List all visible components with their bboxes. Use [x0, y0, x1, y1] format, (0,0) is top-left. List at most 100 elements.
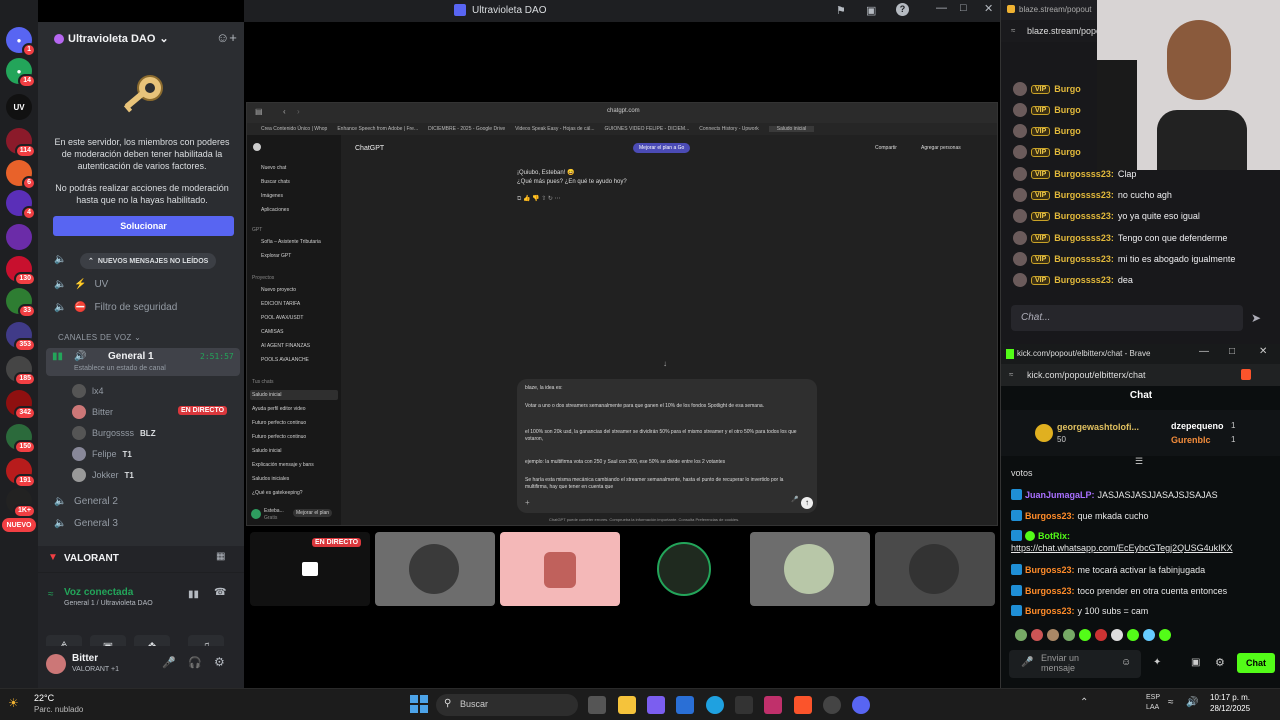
- chat-user[interactable]: Burgoss23:: [1025, 586, 1075, 596]
- overlay-icon[interactable]: ▦: [216, 551, 225, 562]
- chat-item[interactable]: Futuro perfecto continuo: [252, 420, 306, 426]
- nav-item[interactable]: Buscar chats: [261, 179, 290, 185]
- voice-member[interactable]: Felipe T1: [72, 447, 132, 461]
- brave-shield-icon[interactable]: [1241, 369, 1251, 380]
- chat-user[interactable]: Burgossss23:: [1054, 254, 1114, 264]
- close-icon[interactable]: ✕: [984, 2, 993, 15]
- chat-user[interactable]: Burgoss23:: [1025, 565, 1075, 575]
- openai-logo-icon[interactable]: [253, 143, 261, 151]
- active-tab[interactable]: Saludo inicial: [768, 126, 815, 132]
- share-button[interactable]: Compartir: [875, 145, 897, 151]
- expand-icon[interactable]: ☰: [1135, 456, 1143, 467]
- emote-icon[interactable]: [1047, 629, 1059, 641]
- chat-user[interactable]: Burgossss23:: [1054, 275, 1114, 285]
- participant-tile[interactable]: [375, 532, 495, 606]
- discord-icon[interactable]: [852, 696, 870, 714]
- add-people-button[interactable]: Agregar personas: [921, 145, 961, 151]
- server-icon[interactable]: 185: [6, 356, 36, 386]
- weather-icon[interactable]: ☀: [8, 696, 19, 710]
- voice-category[interactable]: CANALES DE VOZ ⌄: [58, 333, 141, 342]
- chat-user[interactable]: Burgossss23:: [1054, 233, 1114, 243]
- chat-user[interactable]: Burgossss23:: [1054, 190, 1114, 200]
- participant-tile[interactable]: EN DIRECTO: [250, 532, 370, 606]
- channel-general-3[interactable]: 🔈 General 3: [54, 518, 118, 529]
- server-icon[interactable]: [6, 224, 32, 250]
- project-item[interactable]: AI AGENT FINANZAS: [261, 343, 310, 349]
- clock-date[interactable]: 28/12/2025: [1210, 704, 1250, 713]
- top-gifter-name[interactable]: georgewashtolofi...: [1057, 422, 1139, 432]
- voice-member[interactable]: Bitter: [72, 405, 113, 419]
- upgrade-pill[interactable]: Mejorar el plan a Go: [633, 143, 691, 153]
- chat-user[interactable]: Burgossss23:: [1054, 211, 1114, 221]
- dm-home-icon[interactable]: ● 1: [6, 27, 36, 57]
- voice-member[interactable]: Jokker T1: [72, 468, 134, 482]
- nav-item[interactable]: Imágenes: [261, 193, 283, 199]
- plus-icon[interactable]: +: [525, 499, 530, 507]
- voice-channel-path[interactable]: General 1 / Ultravioleta DAO: [64, 600, 153, 607]
- chat-send-button[interactable]: Chat: [1237, 653, 1275, 673]
- message-actions[interactable]: ⧉ 👍 👎 ⇧ ↻ ⋯: [517, 195, 561, 203]
- chat-item[interactable]: Saludo inicial: [252, 448, 281, 454]
- emote-icon[interactable]: [1127, 629, 1139, 641]
- avatar[interactable]: [251, 509, 261, 519]
- server-icon[interactable]: 191: [6, 458, 36, 488]
- brave-icon[interactable]: [794, 696, 812, 714]
- start-icon[interactable]: [410, 695, 428, 713]
- gifter-name[interactable]: dzepequeno: [1171, 421, 1224, 431]
- bookmark[interactable]: Videos Speak Easy - Hojas de cál...: [515, 126, 594, 132]
- server-icon[interactable]: 150: [6, 424, 36, 454]
- avatar[interactable]: [46, 654, 66, 674]
- channel-general-2[interactable]: 🔈 General 2: [54, 496, 118, 507]
- edge-icon[interactable]: [706, 696, 724, 714]
- volume-icon[interactable]: 🔊: [1186, 697, 1198, 708]
- keyboard-layout[interactable]: LAA: [1146, 704, 1159, 711]
- copilot-icon[interactable]: [647, 696, 665, 714]
- chevron-up-icon[interactable]: ⌃: [1080, 697, 1088, 708]
- emote-icon[interactable]: [1095, 629, 1107, 641]
- chat-item[interactable]: Futuro perfecto continuo: [252, 434, 306, 440]
- bookmark[interactable]: Connects History - Upwork: [699, 126, 758, 132]
- close-icon[interactable]: ✕: [1259, 346, 1267, 357]
- address-bar[interactable]: kick.com/popout/elbitterx/chat: [1027, 370, 1146, 380]
- participant-tile[interactable]: [750, 532, 870, 606]
- gear-icon[interactable]: ⚙: [214, 655, 225, 669]
- participant-tile[interactable]: [500, 532, 620, 606]
- task-view-icon[interactable]: [588, 696, 606, 714]
- wifi-icon[interactable]: ≈: [1168, 697, 1174, 708]
- app-icon[interactable]: [735, 696, 753, 714]
- channel-filtro[interactable]: 🔈 ⛔ Filtro de seguridad: [54, 302, 177, 313]
- invite-icon[interactable]: ☺+: [216, 30, 237, 45]
- model-selector[interactable]: ChatGPT: [355, 145, 384, 152]
- server-icon[interactable]: ● 14: [6, 58, 36, 88]
- project-item[interactable]: Nuevo proyecto: [261, 287, 296, 293]
- minimize-icon[interactable]: —: [936, 2, 947, 14]
- headphones-icon[interactable]: 🎧: [188, 656, 202, 669]
- chat-item[interactable]: Ayuda perfil editor video: [252, 406, 306, 412]
- emote-icon[interactable]: [1111, 629, 1123, 641]
- chat-item[interactable]: Saludo inicial: [252, 392, 281, 398]
- project-item[interactable]: POOLS AVALANCHE: [261, 357, 309, 363]
- server-icon[interactable]: 114: [6, 128, 36, 158]
- minimize-icon[interactable]: —: [1199, 346, 1209, 357]
- gpt-item[interactable]: Explorar GPT: [261, 253, 291, 259]
- obs-icon[interactable]: [823, 696, 841, 714]
- store-icon[interactable]: ▣: [1191, 657, 1200, 668]
- nav-item[interactable]: Aplicaciones: [261, 207, 289, 213]
- server-icon[interactable]: 6: [6, 160, 36, 190]
- microphone-icon[interactable]: 🎤: [791, 497, 798, 504]
- chat-text[interactable]: https://chat.whatsapp.com/EcEybcGTegj2QU…: [1011, 543, 1233, 553]
- bookmark[interactable]: DICIEMBRE - 2025 - Google Drive: [428, 126, 505, 132]
- bookmark[interactable]: Crea Contenido Único | Whop: [261, 126, 327, 132]
- community-icon[interactable]: ✦: [1153, 657, 1161, 668]
- emote-icon[interactable]: [1015, 629, 1027, 641]
- voice-member[interactable]: Burgossss BLZ: [72, 426, 156, 440]
- site-settings-icon[interactable]: ≈: [1011, 26, 1015, 35]
- scroll-down-icon[interactable]: ↓: [663, 359, 667, 368]
- emote-icon[interactable]: [1079, 629, 1091, 641]
- help-icon[interactable]: ?: [896, 3, 909, 16]
- server-icon[interactable]: 342: [6, 390, 36, 420]
- chat-user[interactable]: Burgoss23:: [1025, 606, 1075, 616]
- voice-member[interactable]: lx4: [72, 384, 104, 398]
- participant-tile[interactable]: [875, 532, 995, 606]
- chat-user[interactable]: BotRix:: [1038, 531, 1070, 541]
